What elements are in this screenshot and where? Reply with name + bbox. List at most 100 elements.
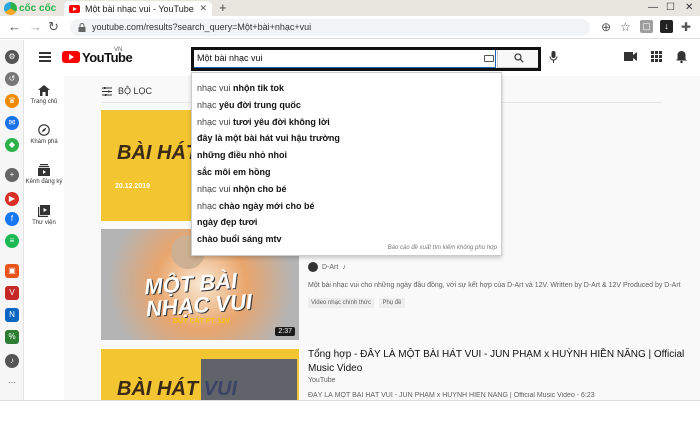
- thumbnail-crowd: [201, 359, 297, 400]
- minimize-button[interactable]: —: [648, 2, 658, 13]
- youtube-sidebar: Trang chủ Khám phá Kênh đăng ký Thư viện: [24, 76, 64, 400]
- filter-button[interactable]: BỘ LỌC: [102, 86, 152, 96]
- sidebar-label: Thư viện: [32, 220, 56, 226]
- suggestion-text: chào buổi sáng mtv: [197, 234, 282, 244]
- lock-icon: [78, 23, 86, 32]
- channel-name[interactable]: YouTube: [308, 377, 336, 384]
- suggestion-item[interactable]: nhạc yêu đời trung quốc: [197, 100, 301, 110]
- filter-label: BỘ LỌC: [118, 86, 153, 96]
- tab-title: Một bài nhạc vui - YouTube: [85, 3, 194, 14]
- url-text: youtube.com/results?search_query=Một+bài…: [92, 22, 312, 32]
- sidebar-label: Trang chủ: [30, 99, 58, 105]
- game-controller-icon[interactable]: ◆: [5, 138, 19, 152]
- facebook-icon[interactable]: f: [5, 212, 19, 226]
- channel-avatar: [308, 262, 318, 272]
- reload-icon[interactable]: ↻: [48, 19, 59, 35]
- sidebar-item-home[interactable]: Trang chủ: [24, 85, 64, 105]
- video-description: Một bài nhạc vui cho những ngày đầu đồng…: [308, 282, 681, 289]
- youtube-wordmark[interactable]: YouTube: [82, 50, 133, 65]
- suggestion-text: tươi yêu đời không lời: [233, 117, 330, 127]
- hamburger-menu-icon[interactable]: [39, 52, 51, 62]
- suggestion-item[interactable]: nhạc vui tươi yêu đời không lời: [197, 117, 330, 127]
- suggestion-text: yêu đời trung quốc: [219, 100, 301, 110]
- sidebar-label: Khám phá: [30, 139, 58, 145]
- video-thumbnail[interactable]: BÀI HÁT VUI: [101, 349, 299, 400]
- explore-icon: [38, 124, 50, 136]
- suggestion-item[interactable]: nhạc vui nhộn tik tok: [197, 83, 284, 93]
- crown-icon[interactable]: ♛: [5, 94, 19, 108]
- star-bookmark-icon[interactable]: ☆: [620, 19, 631, 35]
- sidebar-item-subscriptions[interactable]: Kênh đăng ký: [24, 164, 64, 185]
- add-panel-icon[interactable]: +: [5, 168, 19, 182]
- history-icon[interactable]: ↺: [5, 72, 19, 86]
- vtv-icon[interactable]: V: [5, 286, 19, 300]
- maximize-button[interactable]: ☐: [666, 2, 675, 13]
- suggestion-text: những điều nhỏ nhoi: [197, 150, 287, 160]
- suggestion-item[interactable]: những điều nhỏ nhoi: [197, 150, 287, 160]
- video-duration: 2:37: [275, 327, 295, 336]
- spotify-icon[interactable]: ≡: [5, 234, 19, 248]
- youtube-header: YouTube VN: [24, 40, 700, 76]
- add-circle-icon[interactable]: ⊕: [601, 19, 611, 35]
- channel-row[interactable]: D-Art ♪: [308, 262, 346, 272]
- blank-area: [0, 400, 700, 446]
- channel-name: D-Art: [322, 263, 339, 271]
- video-tags: Video nhạc chính thức Phụ đề: [308, 296, 408, 308]
- browser-sidebar: ⚙ ↺ ♛ ✉ ◆ + ▶ f ≡ ▣ V N % ♪ ⋯: [0, 40, 24, 400]
- music-note-icon: ♪: [342, 263, 346, 271]
- apps-grid-icon[interactable]: [651, 51, 662, 62]
- suggestion-prefix: nhạc vui: [197, 184, 234, 194]
- tab-close-icon[interactable]: ✕: [199, 3, 207, 14]
- suggestion-item[interactable]: chào buổi sáng mtv: [197, 234, 282, 244]
- extension-box-icon[interactable]: ▢: [640, 20, 653, 33]
- forward-arrow-icon[interactable]: →: [29, 19, 42, 35]
- address-bar[interactable]: youtube.com/results?search_query=Một+bài…: [70, 19, 590, 36]
- browser-window: cốc cốc Một bài nhạc vui - YouTube ✕ + —…: [0, 0, 700, 400]
- video-title[interactable]: Tổng hợp - ĐÂY LÀ MỘT BÀI HÁT VUI - JUN …: [308, 348, 688, 376]
- suggestion-item[interactable]: sắc môi em hồng: [197, 167, 271, 177]
- news-icon[interactable]: N: [5, 308, 19, 322]
- create-video-icon[interactable]: [624, 51, 637, 62]
- suggestion-item[interactable]: đây là một bài hát vui hậu trường: [197, 133, 340, 143]
- tag-official: Video nhạc chính thức: [308, 298, 374, 308]
- suggestion-prefix: nhạc: [197, 201, 220, 211]
- browser-brand[interactable]: cốc cốc: [4, 1, 60, 15]
- subscriptions-icon: [38, 164, 50, 176]
- thumbnail-date: 20.12.2019: [115, 183, 151, 190]
- download-extension-icon[interactable]: ↓: [660, 20, 673, 33]
- report-suggestions-link[interactable]: Báo cáo đề xuất tìm kiếm không phù hợp: [388, 245, 497, 251]
- sidebar-label: Kênh đăng ký: [25, 179, 63, 185]
- suggestion-text: nhộn cho bé: [233, 184, 287, 194]
- deals-icon[interactable]: %: [5, 330, 19, 344]
- microphone-icon[interactable]: [549, 51, 558, 64]
- suggestion-item[interactable]: nhạc vui nhộn cho bé: [197, 184, 287, 194]
- notifications-bell-icon[interactable]: [676, 51, 687, 63]
- back-arrow-icon[interactable]: ←: [8, 19, 21, 35]
- suggestion-text: sắc môi em hồng: [197, 167, 271, 177]
- notification-bell-icon[interactable]: ♪: [5, 354, 19, 368]
- youtube-panel-icon[interactable]: ▶: [5, 192, 19, 206]
- messenger-icon[interactable]: ✉: [5, 116, 19, 130]
- search-suggestions-dropdown: nhạc vui nhộn tik tok nhạc yêu đời trung…: [191, 72, 502, 256]
- navigation-bar: ← → ↻ youtube.com/results?search_query=M…: [0, 16, 700, 39]
- suggestion-text: nhộn tik tok: [233, 83, 285, 93]
- more-options-icon[interactable]: ⋯: [5, 376, 19, 390]
- shopping-icon[interactable]: ▣: [5, 264, 19, 278]
- suggestion-prefix: nhạc: [197, 100, 220, 110]
- suggestion-item[interactable]: nhạc chào ngày mới cho bé: [197, 201, 314, 211]
- video-description: ĐÂY LÀ MỘT BÀI HÁT VUI - JUN PHẠM x HUỲN…: [308, 392, 595, 399]
- suggestion-prefix: nhạc vui: [197, 83, 234, 93]
- coccoc-logo-icon: [4, 1, 17, 15]
- puzzle-extension-icon[interactable]: ✚: [681, 19, 691, 35]
- new-tab-button[interactable]: +: [219, 1, 227, 15]
- thumbnail-subtitle: DUY CÁT FT. 12V: [173, 318, 231, 325]
- settings-gear-icon[interactable]: ⚙: [5, 50, 19, 64]
- active-tab[interactable]: Một bài nhạc vui - YouTube ✕: [64, 1, 212, 16]
- library-icon: [38, 205, 50, 217]
- sidebar-item-library[interactable]: Thư viện: [24, 205, 64, 226]
- sidebar-item-explore[interactable]: Khám phá: [24, 124, 64, 145]
- tag-subtitles: Phụ đề: [379, 298, 405, 308]
- suggestion-item[interactable]: ngày đẹp tươi: [197, 217, 257, 227]
- youtube-logo-icon[interactable]: [62, 51, 80, 63]
- close-window-button[interactable]: ✕: [685, 2, 693, 13]
